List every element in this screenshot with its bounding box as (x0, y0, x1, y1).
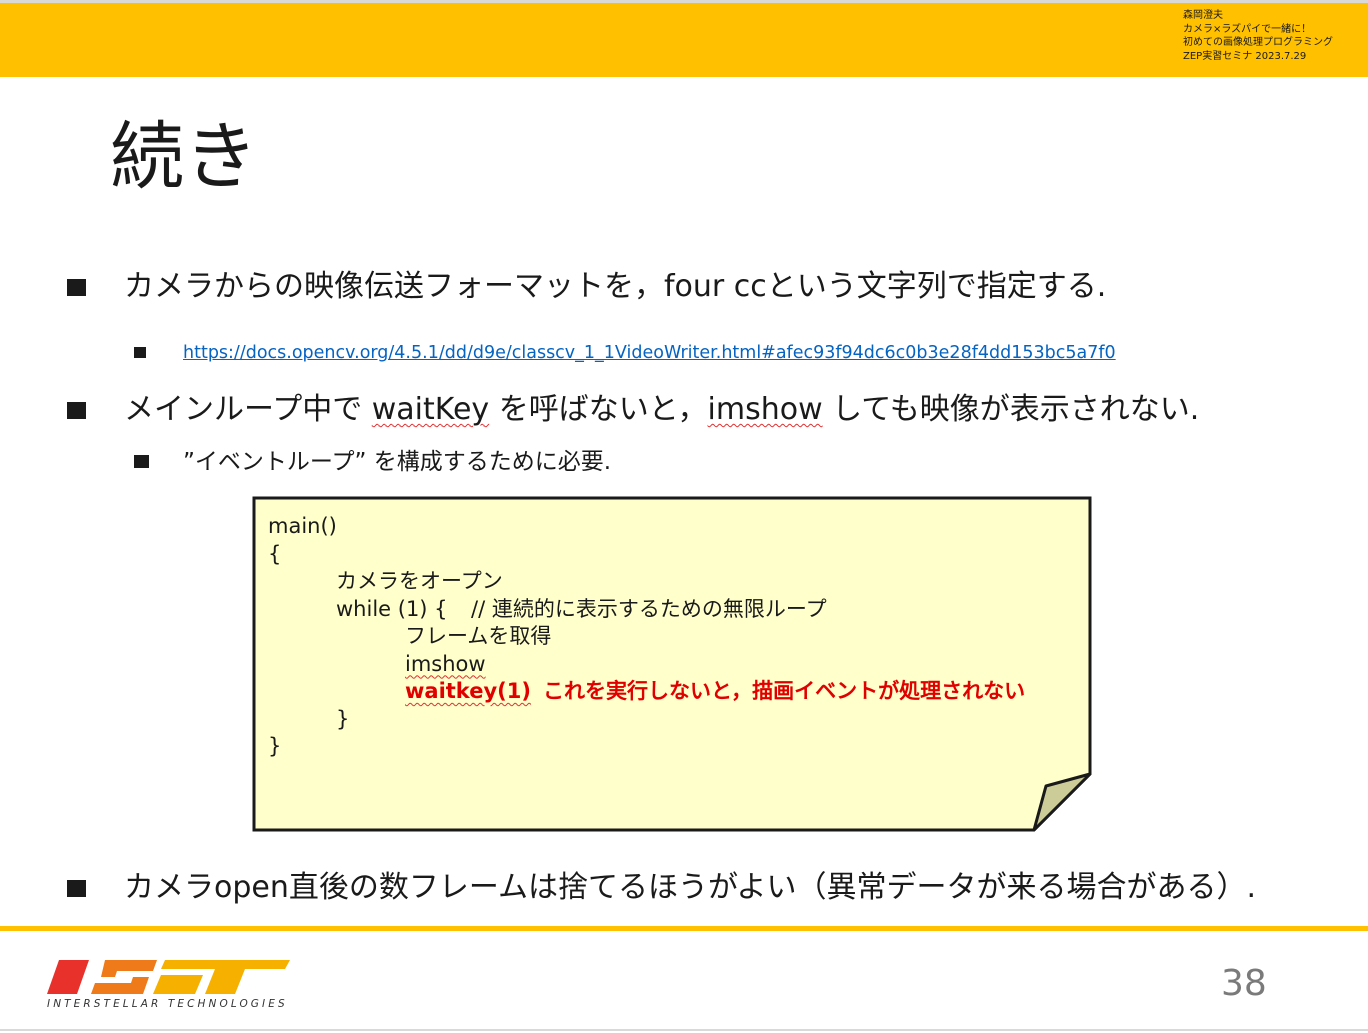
footer-divider (0, 926, 1368, 931)
meta-course: カメラ×ラズパイで一緒に！ (1183, 23, 1312, 35)
bullet-fourcc: カメラからの映像伝送フォーマットを，four ccという文字列で指定する. (124, 269, 1107, 304)
ist-logo-icon (47, 960, 290, 994)
bullet-discard-frames: カメラopen直後の数フレームは捨てるほうがよい（異常データが来る場合がある）. (124, 870, 1257, 905)
event-loop-note: ”イベントループ” を構成するために必要. (183, 449, 612, 475)
code-main: main() (268, 514, 337, 538)
sub-bullet-marker (134, 455, 149, 468)
imshow-term: imshow (707, 392, 823, 427)
sub-bullet-marker (134, 347, 146, 358)
logo-wordmark: INTERSTELLAR TECHNOLOGIES (47, 998, 288, 1010)
code-waitkey-note: これを実行しないと，描画イベントが処理されない (543, 679, 1026, 703)
code-line: main() (268, 513, 337, 541)
meta-author: 森岡澄夫 (1183, 10, 1223, 21)
bullet-waitkey-text1: メインループ中で (124, 392, 372, 427)
code-block: main() { カメラをオープン while (1) { // 連続的に表示する… (268, 513, 1025, 761)
slide-title: 続き (110, 114, 258, 200)
code-get-frame: フレームを取得 (405, 624, 552, 648)
code-camera-open: カメラをオープン (336, 569, 503, 593)
code-imshow: imshow (405, 651, 486, 676)
bullet-marker (67, 402, 86, 419)
code-close-outer: } (268, 734, 282, 758)
bullet-waitkey: メインループ中で waitKey を呼ばないと，imshow しても映像が表示さ… (124, 392, 1199, 428)
code-while: while (1) { (336, 596, 448, 621)
page-number: 38 (1221, 963, 1267, 1004)
meta-date: ZEP実習セミナ 2023.7.29 (1183, 50, 1307, 62)
code-line: } (268, 706, 349, 734)
code-open-brace: { (268, 541, 282, 566)
code-line: while (1) { // 連続的に表示するための無限ループ (268, 596, 827, 624)
code-line: フレームを取得 (268, 623, 551, 651)
code-line: } (268, 733, 337, 761)
code-line: waitkey(1) これを実行しないと，描画イベントが処理されない (268, 678, 1025, 706)
code-line: imshow (268, 651, 486, 679)
code-close-inner: } (336, 706, 350, 731)
bullet-marker (67, 880, 86, 897)
code-note (252, 496, 1094, 834)
bottom-border (0, 1029, 1368, 1031)
code-comment: // 連続的に表示するための無限ループ (471, 596, 827, 621)
code-line: { (268, 541, 337, 569)
meta-subtitle: 初めての画像処理プログラミング (1183, 37, 1333, 48)
bullet-waitkey-text3: しても映像が表示されない. (822, 392, 1200, 427)
waitkey-term: waitKey (371, 392, 490, 427)
code-waitkey: waitkey(1) (405, 679, 531, 703)
note-shape-icon (252, 496, 1092, 832)
opencv-docs-link[interactable]: https://docs.opencv.org/4.5.1/dd/d9e/cla… (183, 342, 1116, 364)
bullet-marker (67, 279, 86, 296)
code-line: カメラをオープン (268, 568, 503, 596)
header-band (0, 3, 1368, 77)
header-meta: 森岡澄夫 カメラ×ラズパイで一緒に！ 初めての画像処理プログラミング ZEP実習… (1183, 9, 1333, 63)
bullet-waitkey-text2: を呼ばないと， (489, 392, 708, 427)
